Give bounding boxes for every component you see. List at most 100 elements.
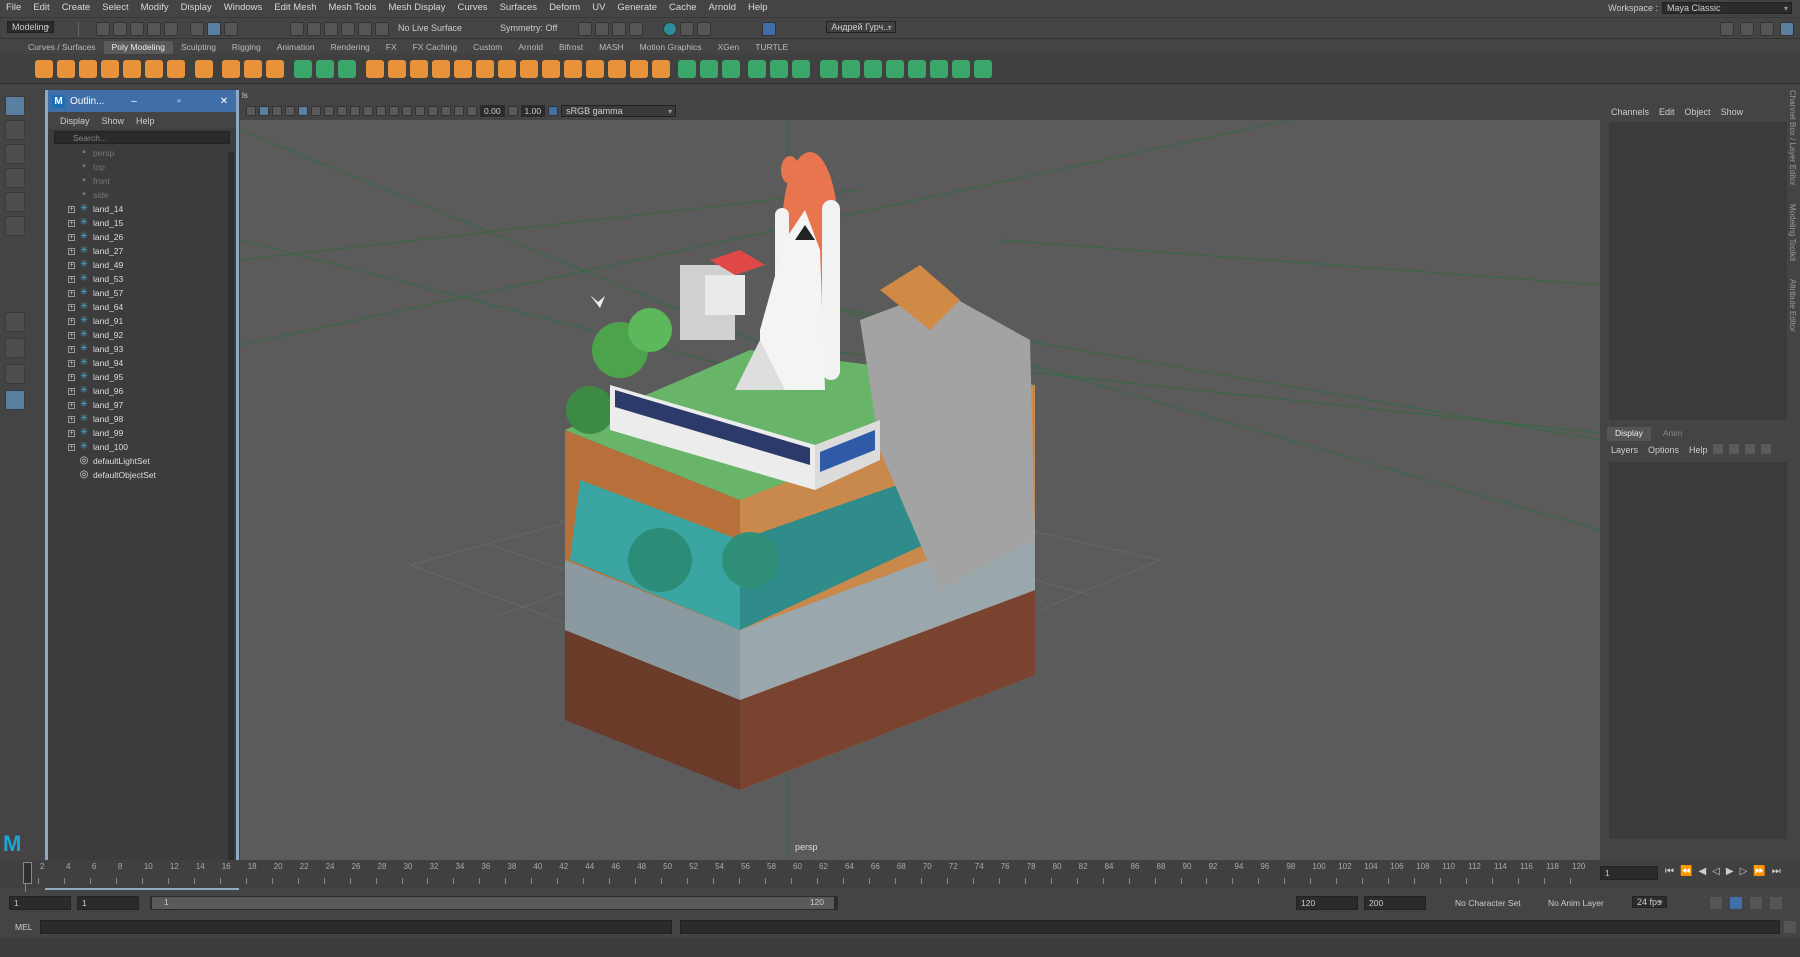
smooth-icon[interactable] (338, 60, 356, 78)
expand-icon[interactable]: + (68, 289, 75, 297)
shelf-tab-motion-graphics[interactable]: Motion Graphics (632, 41, 710, 54)
side-tab-channel-box-layer-editor[interactable]: Channel Box / Layer Editor (1788, 90, 1797, 186)
smooth-shade-icon[interactable] (389, 106, 399, 116)
sweep-mesh-icon[interactable] (222, 60, 240, 78)
channelbox-menu-show[interactable]: Show (1721, 107, 1744, 117)
go-to-end-icon[interactable]: ⏭ (1772, 866, 1781, 877)
scale-tool-icon[interactable] (5, 216, 25, 236)
layer-menu-options[interactable]: Options (1648, 445, 1679, 455)
tool-settings-icon[interactable] (1760, 22, 1774, 36)
expand-icon[interactable]: + (68, 331, 75, 339)
bridge-icon[interactable] (388, 60, 406, 78)
move-layer-down-icon[interactable] (1729, 444, 1739, 454)
menu-cache[interactable]: Cache (663, 2, 702, 13)
outliner-row-land_96[interactable]: + ✳ land_96 (48, 384, 236, 398)
platonic-solid-icon[interactable] (195, 60, 213, 78)
mesh-cleanup-icon[interactable] (930, 60, 948, 78)
shelf-tab-turtle[interactable]: TURTLE (747, 41, 796, 54)
step-back-key-icon[interactable]: ⏪ (1680, 866, 1692, 877)
command-input[interactable] (40, 920, 672, 934)
render-sequence-icon[interactable] (595, 22, 609, 36)
shelf-tab-poly-modeling[interactable]: Poly Modeling (103, 41, 173, 54)
expand-icon[interactable]: + (68, 303, 75, 311)
outliner-row-land_49[interactable]: + ✳ land_49 (48, 258, 236, 272)
exposure-field[interactable]: 0.00 (480, 105, 505, 117)
multi-cut-icon[interactable] (608, 60, 626, 78)
lasso-tool-icon[interactable] (5, 120, 25, 140)
play-back-icon[interactable]: ◁ (1712, 866, 1720, 877)
layer-tab-anim[interactable]: Anim (1655, 427, 1690, 441)
move-tool-icon[interactable] (5, 168, 25, 188)
live-surface-label[interactable]: No Live Surface (398, 23, 462, 33)
gate-mask-icon[interactable] (337, 106, 347, 116)
field-chart-icon[interactable] (350, 106, 360, 116)
menu-edit-mesh[interactable]: Edit Mesh (268, 2, 322, 13)
layer-tab-display[interactable]: Display (1607, 427, 1651, 441)
shelf-tab-animation[interactable]: Animation (269, 41, 323, 54)
outliner-row-land_57[interactable]: + ✳ land_57 (48, 286, 236, 300)
safe-action-icon[interactable] (363, 106, 373, 116)
exposure-icon[interactable] (467, 106, 477, 116)
boolean-diff-icon[interactable] (542, 60, 560, 78)
menu-create[interactable]: Create (56, 2, 97, 13)
menu-windows[interactable]: Windows (218, 2, 269, 13)
attribute-editor-icon[interactable] (1740, 22, 1754, 36)
move-layer-up-icon[interactable] (1713, 444, 1723, 454)
modeling-toolkit-icon[interactable] (1720, 22, 1734, 36)
image-plane-icon[interactable] (259, 106, 269, 116)
gamma-icon[interactable] (507, 106, 518, 116)
grid-toggle-icon[interactable] (298, 106, 308, 116)
snap-history-icon[interactable] (375, 22, 389, 36)
redo-icon[interactable] (164, 22, 178, 36)
current-time-marker[interactable] (23, 862, 32, 884)
automatic-map-icon[interactable] (770, 60, 788, 78)
planar-map-icon[interactable] (748, 60, 766, 78)
target-weld-icon[interactable] (476, 60, 494, 78)
expand-icon[interactable]: + (68, 317, 75, 325)
outliner-titlebar[interactable]: M Outlin... – ▫ ✕ (48, 90, 236, 112)
expand-icon[interactable]: + (68, 443, 75, 451)
step-forward-frame-icon[interactable]: ▷ (1740, 866, 1748, 877)
snap-grid-icon[interactable] (290, 22, 304, 36)
snap-surface-icon[interactable] (358, 22, 372, 36)
expand-icon[interactable]: + (68, 373, 75, 381)
outliner-camera-row[interactable]: ▪ side (48, 188, 236, 202)
average-vertices-icon[interactable] (864, 60, 882, 78)
poly-cylinder-icon[interactable] (79, 60, 97, 78)
poly-plane-icon[interactable] (145, 60, 163, 78)
script-language-label[interactable]: MEL (15, 922, 32, 932)
outliner-row-land_14[interactable]: + ✳ land_14 (48, 202, 236, 216)
outliner-persp-icon[interactable] (5, 364, 25, 384)
animation-preferences-icon[interactable] (1770, 897, 1782, 909)
bevel-icon[interactable] (410, 60, 428, 78)
outliner-search-input[interactable]: Search... (54, 131, 230, 144)
key-preferences-icon[interactable] (1750, 897, 1762, 909)
quad-draw-icon[interactable] (586, 60, 604, 78)
poly-disc-icon[interactable] (167, 60, 185, 78)
outliner-row-land_26[interactable]: + ✳ land_26 (48, 230, 236, 244)
outliner-row-land_95[interactable]: + ✳ land_95 (48, 370, 236, 384)
snap-curve-icon[interactable] (307, 22, 321, 36)
2d-pan-zoom-icon[interactable] (272, 106, 282, 116)
expand-icon[interactable]: + (68, 359, 75, 367)
menu-deform[interactable]: Deform (543, 2, 586, 13)
fps-dropdown[interactable]: 24 fps (1632, 896, 1667, 908)
anim-layer-dropdown[interactable]: No Anim Layer (1548, 898, 1604, 908)
open-scene-icon[interactable] (113, 22, 127, 36)
shelf-tab-bifrost[interactable]: Bifrost (551, 41, 591, 54)
outliner-menu-show[interactable]: Show (102, 116, 125, 126)
combine-icon[interactable] (294, 60, 312, 78)
isolate-select-icon[interactable] (441, 106, 451, 116)
snap-point-icon[interactable] (324, 22, 338, 36)
wedge-icon[interactable] (700, 60, 718, 78)
minimize-icon[interactable]: – (126, 96, 142, 107)
new-scene-icon[interactable] (96, 22, 110, 36)
fill-hole-icon[interactable] (432, 60, 450, 78)
offset-edge-icon[interactable] (652, 60, 670, 78)
new-layer-selected-icon[interactable] (1761, 444, 1771, 454)
save-scene-icon[interactable] (130, 22, 144, 36)
render-frame-icon[interactable] (578, 22, 592, 36)
textured-icon[interactable] (402, 106, 412, 116)
insert-edge-loop-icon[interactable] (630, 60, 648, 78)
rotate-tool-icon[interactable] (5, 192, 25, 212)
